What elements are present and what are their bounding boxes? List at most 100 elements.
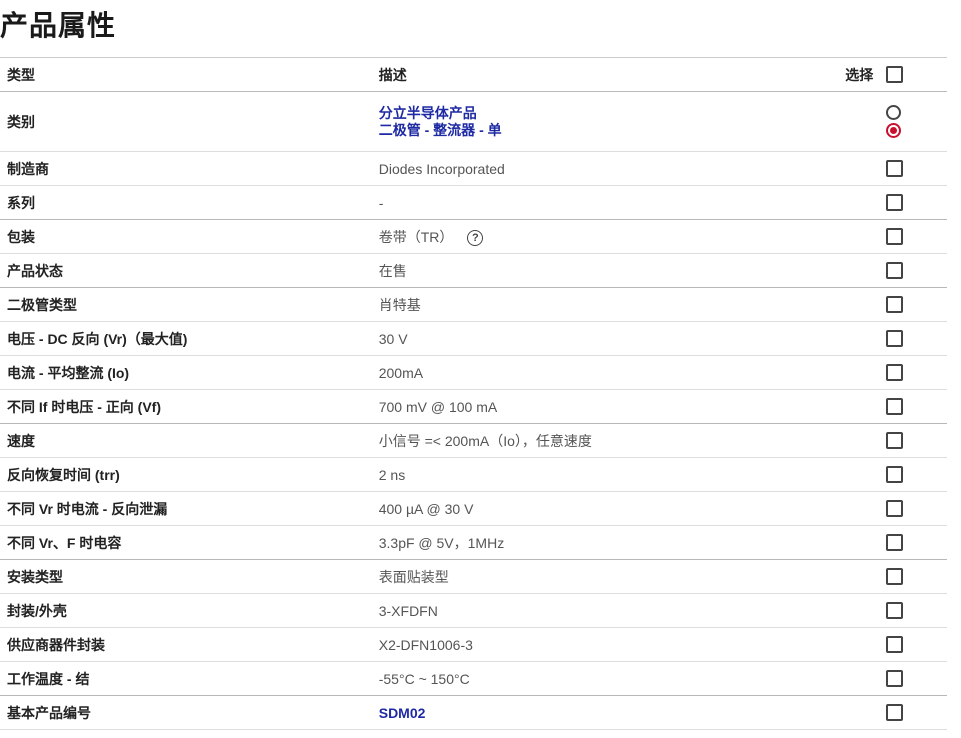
row-checkbox[interactable] — [885, 466, 903, 484]
row-value-packaging: 卷带（TR）? — [371, 219, 846, 254]
row-checkbox[interactable] — [885, 670, 903, 688]
row-category-value: 分立半导体产品 二极管 - 整流器 - 单 — [371, 91, 846, 152]
row-checkbox[interactable] — [885, 568, 903, 586]
row-checkbox[interactable] — [885, 160, 903, 178]
row-value: X2-DFN1006-3 — [371, 627, 846, 662]
row-checkbox[interactable] — [885, 534, 903, 552]
row-select-cell — [885, 559, 947, 594]
row-value: 700 mV @ 100 mA — [371, 389, 846, 424]
row-type-label: 类别 — [0, 91, 372, 152]
empty-cell — [845, 695, 886, 730]
empty-cell — [845, 593, 886, 628]
empty-cell — [845, 491, 886, 526]
empty-cell — [845, 287, 886, 322]
row-select-cell — [885, 593, 947, 628]
row-type-label: 产品状态 — [0, 253, 372, 288]
row-select-cell — [885, 91, 947, 152]
row-select-cell — [885, 355, 947, 390]
row-select-cell — [885, 695, 947, 730]
row-checkbox[interactable] — [885, 262, 903, 280]
row-select-cell — [885, 389, 947, 424]
row-checkbox[interactable] — [885, 704, 903, 722]
row-value: 400 µA @ 30 V — [371, 491, 846, 526]
table-row: 系列 - — [0, 185, 947, 220]
table-row: 基本产品编号 SDM02 — [0, 695, 947, 730]
empty-cell — [845, 457, 886, 492]
row-type-label: 速度 — [0, 423, 372, 458]
table-row: 不同 Vr 时电流 - 反向泄漏 400 µA @ 30 V — [0, 491, 947, 526]
row-checkbox[interactable] — [885, 500, 903, 518]
empty-cell — [845, 389, 886, 424]
row-select-cell — [885, 423, 947, 458]
row-select-cell — [885, 491, 947, 526]
select-all-checkbox[interactable] — [885, 66, 903, 84]
page-title: 产品属性 — [0, 10, 117, 41]
row-value: 3-XFDFN — [371, 593, 846, 628]
empty-cell — [845, 355, 886, 390]
table-row: 封装/外壳 3-XFDFN — [0, 593, 947, 628]
row-type-label: 制造商 — [0, 151, 372, 186]
row-select-cell — [885, 627, 947, 662]
row-type-label: 不同 Vr、F 时电容 — [0, 525, 372, 560]
row-type-label: 反向恢复时间 (trr) — [0, 457, 372, 492]
row-value: 小信号 =< 200mA（Io），任意速度 — [371, 423, 846, 458]
table-row: 电压 - DC 反向 (Vr)（最大值) 30 V — [0, 321, 947, 356]
category-radio-single-selected[interactable] — [885, 123, 901, 138]
row-value: -55°C ~ 150°C — [371, 661, 846, 696]
category-link-diodes-rectifiers-single[interactable]: 二极管 - 整流器 - 单 — [379, 122, 845, 139]
select-all-cell — [885, 57, 947, 92]
row-type-label: 包装 — [0, 219, 372, 254]
row-type-label: 系列 — [0, 185, 372, 220]
row-type-label: 基本产品编号 — [0, 695, 372, 730]
table-row: 二极管类型 肖特基 — [0, 287, 947, 322]
row-checkbox[interactable] — [885, 602, 903, 620]
table-row: 安装类型 表面贴装型 — [0, 559, 947, 594]
row-select-cell — [885, 457, 947, 492]
row-checkbox[interactable] — [885, 330, 903, 348]
row-type-label: 不同 If 时电压 - 正向 (Vf) — [0, 389, 372, 424]
row-type-label: 安装类型 — [0, 559, 372, 594]
row-type-label: 电流 - 平均整流 (Io) — [0, 355, 372, 390]
table-row: 供应商器件封装 X2-DFN1006-3 — [0, 627, 947, 662]
empty-cell — [845, 185, 886, 220]
base-part-number-link[interactable]: SDM02 — [379, 705, 426, 721]
row-select-cell — [885, 661, 947, 696]
row-select-cell — [885, 525, 947, 560]
row-value: 在售 — [371, 253, 846, 288]
empty-cell — [845, 661, 886, 696]
empty-cell — [845, 423, 886, 458]
row-type-label: 二极管类型 — [0, 287, 372, 322]
row-checkbox[interactable] — [885, 398, 903, 416]
empty-cell — [845, 253, 886, 288]
row-checkbox[interactable] — [885, 432, 903, 450]
empty-cell — [845, 151, 886, 186]
table-row: 反向恢复时间 (trr) 2 ns — [0, 457, 947, 492]
empty-cell — [845, 627, 886, 662]
empty-cell — [845, 219, 886, 254]
row-checkbox[interactable] — [885, 296, 903, 314]
row-value: - — [371, 185, 846, 220]
category-radio-discrete[interactable] — [885, 105, 901, 120]
question-circle-icon[interactable]: ? — [467, 229, 484, 246]
row-select-cell — [885, 185, 947, 220]
table-row-category: 类别 分立半导体产品 二极管 - 整流器 - 单 — [0, 91, 947, 152]
row-type-label: 供应商器件封装 — [0, 627, 372, 662]
table-row: 速度 小信号 =< 200mA（Io），任意速度 — [0, 423, 947, 458]
row-value: 肖特基 — [371, 287, 846, 322]
table-row: 不同 Vr、F 时电容 3.3pF @ 5V，1MHz — [0, 525, 947, 560]
row-select-cell — [885, 287, 947, 322]
row-value: 200mA — [371, 355, 846, 390]
column-header-description: 描述 — [371, 57, 846, 92]
column-header-type: 类型 — [0, 57, 372, 92]
row-value-base-part: SDM02 — [371, 695, 846, 730]
table-row: 产品状态 在售 — [0, 253, 947, 288]
table-row: 电流 - 平均整流 (Io) 200mA — [0, 355, 947, 390]
row-checkbox[interactable] — [885, 194, 903, 212]
row-select-cell — [885, 253, 947, 288]
row-value: 2 ns — [371, 457, 846, 492]
category-link-discrete[interactable]: 分立半导体产品 — [379, 105, 845, 122]
row-checkbox[interactable] — [885, 364, 903, 382]
row-checkbox[interactable] — [885, 228, 903, 246]
row-checkbox[interactable] — [885, 636, 903, 654]
table-row: 工作温度 - 结 -55°C ~ 150°C — [0, 661, 947, 696]
